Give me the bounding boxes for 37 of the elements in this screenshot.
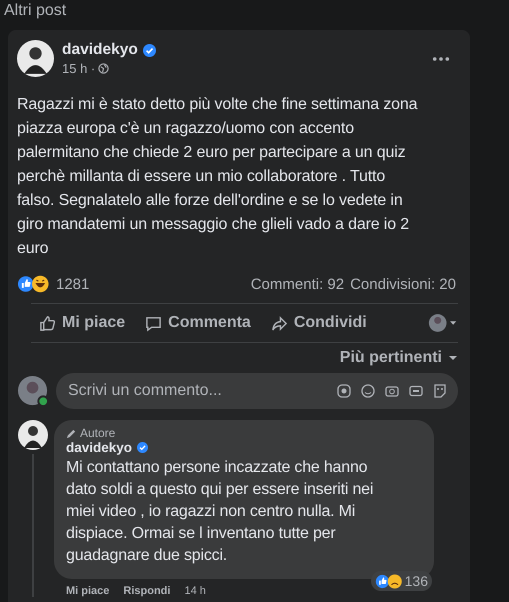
emoji-icon[interactable] — [360, 383, 376, 399]
comment-reactions[interactable]: 136 — [370, 571, 432, 591]
caret-icon — [448, 355, 458, 361]
reaction-count[interactable]: 1281 — [56, 276, 90, 292]
reactions-icon[interactable] — [17, 275, 50, 293]
thumbs-up-icon — [39, 314, 56, 332]
more-icon[interactable] — [432, 56, 450, 62]
avatar-sticker-icon[interactable] — [336, 383, 352, 399]
pencil-icon — [66, 428, 77, 438]
comment-author[interactable]: davidekyo — [66, 440, 132, 455]
comment-field[interactable]: Scrivi un commento... — [56, 373, 458, 409]
sort-dropdown[interactable]: Più pertinenti — [340, 349, 458, 367]
post-time[interactable]: 15 h · — [62, 61, 96, 76]
avatar-icon[interactable] — [18, 420, 48, 450]
reply-link[interactable]: Rispondi — [123, 585, 170, 597]
share-count[interactable]: Condivisioni: 20 — [350, 276, 456, 292]
avatar-icon[interactable] — [17, 40, 54, 77]
author-label: Autore — [80, 426, 116, 440]
action-button[interactable]: Mi piace — [31, 314, 126, 332]
section-title: Altri post — [4, 2, 66, 19]
gif-icon[interactable] — [408, 383, 424, 399]
author-name[interactable]: davidekyo — [62, 41, 138, 59]
avatar-dropdown-icon[interactable] — [428, 313, 458, 333]
comment-input[interactable]: Scrivi un commento... — [66, 381, 328, 401]
sticker-icon[interactable] — [432, 383, 448, 399]
comment-count[interactable]: Commenti: 92 — [250, 276, 344, 292]
user-avatar-icon[interactable] — [17, 374, 50, 408]
comment-text: Mi contattano persone incazzate che hanno dato soldi a questo qui per essere inseriti nei miei video , io ragazzi non centro nulla. Mi dispiace. Ormai se l inventano tutte per guadagnare due spicci. — [66, 458, 374, 566]
share-arrow-icon — [270, 314, 288, 332]
comment-time[interactable]: 14 h — [184, 585, 206, 597]
globe-icon — [98, 63, 110, 74]
post-text: Ragazzi mi è stato detto più volte che fine settimana zona piazza europa c'è un ragazzo/uomo con accento palermitano che chiede 2 euro per partecipare a un quiz perchè millanta di essere un mio collaboratore . Tutto falso. Segnalatelo alle forze dell'ordine e se lo vedete in giro mandatemi un messaggio che glieli vado a dare io 2 euro — [17, 95, 418, 259]
speech-bubble-icon — [145, 314, 162, 332]
reactions-icon — [374, 574, 403, 588]
action-button[interactable]: Commenta — [137, 314, 251, 332]
like-link[interactable]: Mi piace — [66, 585, 110, 597]
action-button[interactable]: Condividi — [262, 314, 367, 332]
